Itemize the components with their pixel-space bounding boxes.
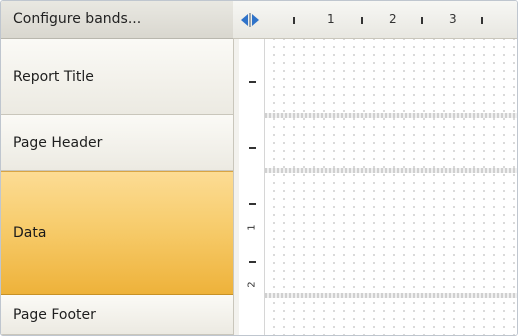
band-label: Page Header	[13, 134, 103, 151]
band-label: Report Title	[13, 68, 94, 85]
band-label: Data	[13, 225, 47, 241]
band-label: Page Footer	[13, 306, 96, 323]
ruler-label: 2	[389, 12, 397, 26]
ruler-label: 1	[327, 12, 335, 26]
ruler-tick	[361, 17, 363, 24]
ruler-tick	[249, 81, 256, 83]
bands-panel: Configure bands... Report Title Page Hea…	[1, 1, 233, 335]
configure-bands-button[interactable]: Configure bands...	[1, 1, 233, 39]
band-data[interactable]: Data	[1, 171, 233, 295]
left-right-arrows-icon[interactable]	[239, 12, 261, 28]
ruler-tick	[249, 261, 256, 263]
ruler-tick	[293, 17, 295, 24]
band-separator[interactable]	[265, 293, 517, 298]
ruler-tick	[481, 17, 483, 24]
ruler-tick	[421, 17, 423, 24]
band-page-footer[interactable]: Page Footer	[1, 295, 233, 335]
ruler-tick	[249, 203, 256, 205]
ruler-label: 1	[246, 224, 258, 231]
ruler-label: 3	[449, 12, 457, 26]
band-page-header[interactable]: Page Header	[1, 115, 233, 171]
band-separator[interactable]	[265, 113, 517, 118]
band-separator[interactable]	[265, 168, 517, 173]
ruler-label: 2	[246, 281, 258, 288]
ruler-header: 1 2 3	[233, 1, 517, 39]
design-surface[interactable]	[265, 39, 517, 335]
band-report-title[interactable]: Report Title	[1, 39, 233, 115]
horizontal-ruler: 1 2 3	[271, 1, 517, 38]
vertical-ruler: 1 2	[239, 39, 265, 335]
ruler-tick	[249, 147, 256, 149]
report-designer: Configure bands... Report Title Page Hea…	[0, 0, 518, 336]
